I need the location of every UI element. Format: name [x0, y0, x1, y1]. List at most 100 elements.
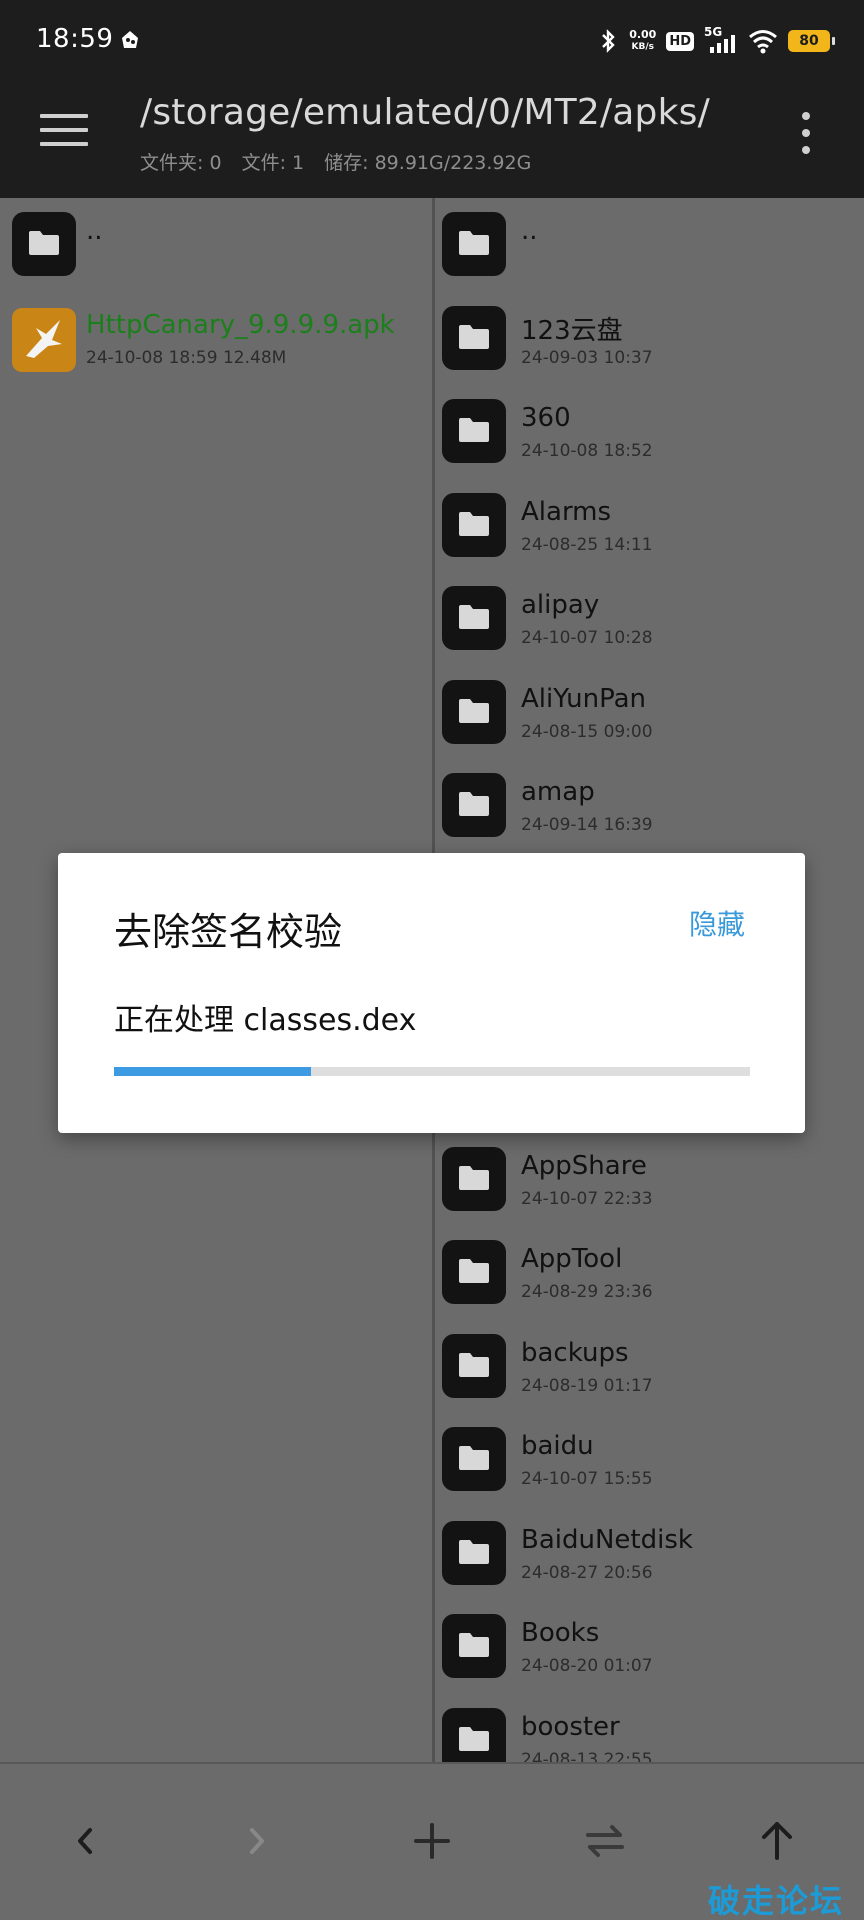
folder-count: 文件夹: 0: [140, 152, 222, 174]
folder-item[interactable]: 123云盘 24-09-03 10:37: [435, 292, 864, 386]
file-name: ..: [521, 216, 538, 246]
folder-icon: [442, 679, 506, 744]
hide-button[interactable]: 隐藏: [689, 903, 745, 943]
file-name: backups: [521, 1337, 629, 1368]
menu-icon-bar: [40, 128, 88, 132]
toolbar: /storage/emulated/0/MT2/apks/ 文件夹: 0 文件:…: [0, 78, 864, 198]
file-name: ..: [86, 216, 103, 246]
file-name: 123云盘: [521, 315, 623, 346]
current-path[interactable]: /storage/emulated/0/MT2/apks/: [140, 92, 710, 133]
file-meta: 24-08-20 01:07: [521, 1656, 653, 1676]
file-meta: 24-09-14 16:39: [521, 815, 653, 835]
file-name: booster: [521, 1711, 620, 1742]
cell-signal: 5G: [704, 25, 738, 55]
file-meta: 24-10-07 10:28: [521, 628, 653, 648]
folder-list-bottom: AppShare 24-10-07 22:33 AppTool 24-08-29 23…: [435, 1133, 864, 1763]
file-name: Alarms: [521, 496, 612, 527]
up-directory-icon[interactable]: [752, 1816, 802, 1866]
file-meta: 24-08-25 14:11: [521, 534, 653, 555]
progress-fill: [114, 1067, 312, 1076]
file-meta: 24-08-13 22:55: [521, 1749, 653, 1763]
httpcanary-app-icon: [12, 307, 76, 372]
folder-list-top: 123云盘 24-09-03 10:37 360 24-10-08 18:52 Alar…: [435, 292, 864, 853]
folder-item[interactable]: 360 24-10-08 18:52: [435, 385, 864, 479]
file-name: alipay: [521, 590, 600, 620]
file-meta: 24-10-08 18:59 12.48M: [86, 347, 287, 368]
folder-icon: [442, 1520, 506, 1585]
folder-icon: [442, 586, 506, 650]
add-icon[interactable]: [407, 1816, 457, 1866]
menu-icon-bar: [40, 114, 88, 118]
more-dot: [802, 112, 810, 120]
folder-icon: [12, 212, 76, 276]
file-meta: 24-08-19 01:17: [521, 1375, 653, 1396]
file-name: BaiduNetdisk: [521, 1524, 693, 1555]
net-speed-unit: KB/s: [631, 42, 654, 52]
folder-item[interactable]: alipay 24-10-07 10:28: [435, 572, 864, 666]
file-count: 文件: 1: [241, 152, 305, 174]
folder-item[interactable]: backups 24-08-19 01:17: [435, 1320, 864, 1414]
menu-icon-bar: [40, 142, 88, 146]
path-info: 文件夹: 0 文件: 1 储存: 89.91G/223.92G: [140, 148, 545, 175]
progress-bar: [114, 1067, 750, 1076]
file-name: AppTool: [521, 1244, 623, 1274]
file-item-apk[interactable]: HttpCanary_9.9.9.9.apk 24-10-08 18:59 12…: [0, 292, 432, 386]
folder-item[interactable]: baidu 24-10-07 15:55: [435, 1413, 864, 1507]
dialog-message: 正在处理 classes.dex: [114, 1003, 417, 1038]
parent-directory-item[interactable]: ..: [0, 198, 432, 292]
folder-item[interactable]: Alarms 24-08-25 14:11: [435, 479, 864, 573]
folder-item[interactable]: AppShare 24-10-07 22:33: [435, 1133, 864, 1227]
folder-item[interactable]: booster 24-08-13 22:55: [435, 1694, 864, 1763]
status-bar: 18:59 0.00 KB/s HD 5G 80: [0, 0, 864, 78]
storage-info: 储存: 89.91G/223.92G: [324, 152, 532, 174]
file-name: AliYunPan: [521, 683, 647, 714]
parent-directory-item[interactable]: ..: [435, 198, 864, 292]
signal-icon: [710, 35, 735, 53]
wifi-icon: [749, 30, 777, 54]
folder-icon: [442, 1707, 506, 1762]
folder-icon: [442, 773, 506, 837]
status-icons: 0.00 KB/s HD 5G 80: [599, 24, 835, 58]
file-name: 360: [521, 403, 571, 433]
back-icon[interactable]: [60, 1816, 110, 1866]
app-notification-icon: [122, 31, 138, 48]
status-time: 18:59: [36, 24, 114, 54]
file-meta: 24-08-15 09:00: [521, 721, 653, 742]
bluetooth-icon: [602, 29, 615, 53]
forum-watermark: 破走论坛: [707, 1882, 844, 1920]
folder-item[interactable]: BaiduNetdisk 24-08-27 20:56: [435, 1507, 864, 1601]
file-meta: 24-09-03 10:37: [521, 347, 653, 368]
file-meta: 24-10-07 22:33: [521, 1188, 653, 1209]
swap-icon[interactable]: [580, 1816, 630, 1866]
file-name: HttpCanary_9.9.9.9.apk: [86, 309, 395, 340]
hd-badge: HD: [666, 31, 694, 51]
folder-icon: [442, 1614, 506, 1678]
forward-icon[interactable]: [232, 1816, 282, 1866]
folder-icon: [442, 212, 506, 276]
more-dot: [802, 146, 810, 154]
folder-item[interactable]: amap 24-09-14 16:39: [435, 759, 864, 853]
net-speed: 0.00 KB/s: [629, 29, 656, 53]
file-name: AppShare: [521, 1150, 647, 1181]
folder-icon: [442, 1333, 506, 1398]
folder-icon: [442, 492, 506, 557]
folder-icon: [442, 1427, 506, 1491]
file-name: Books: [521, 1618, 600, 1648]
file-meta: 24-08-29 23:36: [521, 1282, 653, 1302]
folder-item[interactable]: Books 24-08-20 01:07: [435, 1600, 864, 1694]
folder-icon: [442, 399, 506, 463]
net-speed-value: 0.00: [629, 28, 657, 41]
file-name: amap: [521, 777, 595, 807]
folder-item[interactable]: AliYunPan 24-08-15 09:00: [435, 666, 864, 760]
folder-icon: [442, 305, 506, 370]
folder-item[interactable]: AppTool 24-08-29 23:36: [435, 1226, 864, 1320]
folder-icon: [442, 1240, 506, 1304]
more-dot: [802, 129, 810, 137]
file-meta: 24-10-08 18:52: [521, 441, 653, 461]
battery-indicator: 80: [788, 30, 835, 52]
remove-signature-dialog: 去除签名校验 隐藏 正在处理 classes.dex: [58, 853, 805, 1133]
file-meta: 24-08-27 20:56: [521, 1562, 653, 1583]
dialog-title: 去除签名校验: [114, 910, 343, 954]
more-options-button[interactable]: [800, 112, 812, 156]
menu-button[interactable]: [40, 114, 88, 162]
